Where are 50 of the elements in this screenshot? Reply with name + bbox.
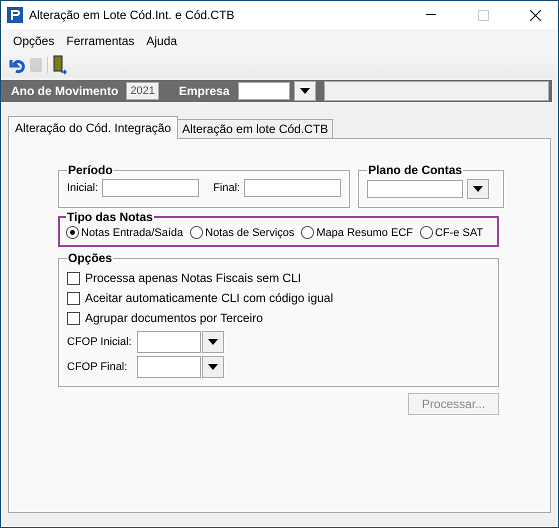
company-field[interactable] xyxy=(238,82,290,100)
dropdown-button[interactable] xyxy=(294,81,316,101)
cfop-field[interactable] xyxy=(137,356,201,378)
tab[interactable]: Alteração em lote Cód.CTB xyxy=(177,119,334,139)
menu-item[interactable]: Opções xyxy=(8,34,60,48)
field-label: CFOP Inicial: xyxy=(67,336,133,348)
caret-icon xyxy=(208,339,218,345)
field-label: CFOP Final: xyxy=(67,361,128,373)
radio-label: Notas Entrada/Saída xyxy=(81,226,184,238)
cfop-field[interactable] xyxy=(137,331,201,353)
checkbox-label: Aceitar automaticamente CLI com código igual xyxy=(85,291,334,305)
radio-label: Notas de Serviços xyxy=(205,226,294,238)
date-field[interactable] xyxy=(102,179,200,197)
radio-button[interactable] xyxy=(420,226,433,239)
accounts-field[interactable] xyxy=(367,180,464,198)
minimize-icon[interactable] xyxy=(426,14,436,16)
field-label: Final: xyxy=(213,182,240,194)
radio-button[interactable] xyxy=(301,226,314,239)
dropdown-button[interactable] xyxy=(202,331,224,353)
radio-button[interactable] xyxy=(190,226,204,239)
checkbox[interactable] xyxy=(67,292,80,304)
company-name-field[interactable] xyxy=(324,81,549,101)
field-label: Inicial: xyxy=(67,182,98,194)
group-title: Período xyxy=(67,163,114,177)
year-field[interactable]: 2021 xyxy=(126,82,159,100)
radio-label: Mapa Resumo ECF xyxy=(316,226,413,238)
group-title: Opções xyxy=(67,251,114,265)
checkbox-label: Processa apenas Notas Fiscais sem CLI xyxy=(85,271,302,285)
checkbox[interactable] xyxy=(67,312,80,324)
menu-item[interactable]: Ferramentas xyxy=(61,34,140,48)
group-title: Plano de Contas xyxy=(367,163,464,177)
radio-label: CF-e SAT xyxy=(434,226,484,238)
year-label: Ano de Movimento xyxy=(11,84,118,98)
checkbox-label: Agrupar documentos por Terceiro xyxy=(85,311,263,325)
menu-item[interactable]: Ajuda xyxy=(141,34,182,48)
tab[interactable]: Alteração do Cód. Integração xyxy=(8,116,178,139)
group-title: Tipo das Notas xyxy=(66,210,154,224)
radio-button[interactable] xyxy=(66,226,79,239)
dropdown-button[interactable] xyxy=(467,179,490,199)
checkbox[interactable] xyxy=(67,272,80,284)
app-logo-icon xyxy=(7,7,23,23)
close-icon[interactable] xyxy=(530,10,540,20)
company-label: Empresa xyxy=(178,84,230,98)
caret-icon xyxy=(300,88,310,94)
caret-icon xyxy=(208,364,218,370)
caret-icon xyxy=(473,186,484,192)
door-exit-icon[interactable] xyxy=(52,54,68,74)
date-field[interactable] xyxy=(244,179,342,197)
dropdown-button[interactable] xyxy=(202,356,224,378)
window-title: Alteração em Lote Cód.Int. e Cód.CTB xyxy=(29,8,236,22)
